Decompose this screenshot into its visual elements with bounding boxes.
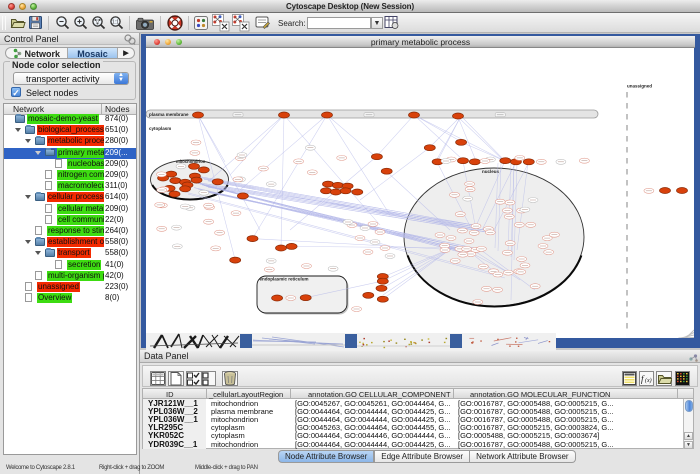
svg-text:cytoplasm: cytoplasm <box>149 126 171 131</box>
svg-text:plasma membrane: plasma membrane <box>149 112 189 117</box>
svg-text:mitochondrion: mitochondrion <box>176 159 206 164</box>
svg-text:endoplasmic reticulum: endoplasmic reticulum <box>260 277 309 282</box>
svg-text:1:1: 1:1 <box>112 19 119 25</box>
svg-text:unassigned: unassigned <box>627 84 652 89</box>
svg-text:(x): (x) <box>645 377 652 384</box>
svg-text:nucleus: nucleus <box>482 169 500 174</box>
